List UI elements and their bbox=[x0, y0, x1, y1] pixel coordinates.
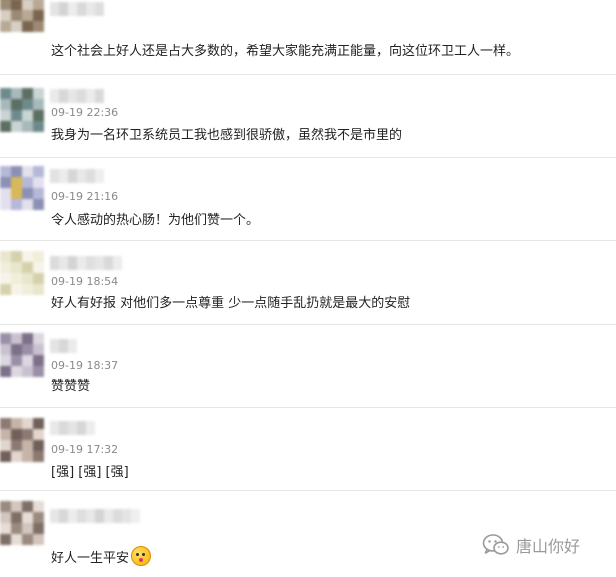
comment-item: 09-19 22:36 我身为一名环卫系统员工我也感到很骄傲，虽然我不是市里的 bbox=[0, 75, 616, 157]
comment-text: 好人有好报 对他们多一点尊重 少一点随手乱扔就是最大的安慰 bbox=[51, 296, 411, 311]
avatar[interactable] bbox=[0, 251, 44, 295]
username-blurred[interactable] bbox=[50, 2, 110, 16]
comment-text: 这个社会上好人还是占大多数的，希望大家能充满正能量，向这位环卫工人一样。 bbox=[51, 44, 520, 59]
username-blurred[interactable] bbox=[50, 509, 140, 523]
username-blurred[interactable] bbox=[50, 256, 122, 270]
comment-time: 09-19 22:36 bbox=[51, 106, 119, 119]
comment-item: 09-19 18:37 赞赞赞 bbox=[0, 325, 616, 407]
comment-time: 09-19 21:16 bbox=[51, 190, 119, 203]
wechat-icon bbox=[482, 533, 510, 557]
avatar[interactable] bbox=[0, 333, 44, 377]
comment-item: 09-19 18:54 好人有好报 对他们多一点尊重 少一点随手乱扔就是最大的安… bbox=[0, 241, 616, 324]
comment-text: 令人感动的热心肠！为他们赞一个。 bbox=[51, 213, 260, 228]
avatar[interactable] bbox=[0, 166, 44, 210]
comment-time: 09-19 18:54 bbox=[51, 275, 119, 288]
comment-text: [强] [强] [强] bbox=[51, 465, 129, 480]
username-blurred[interactable] bbox=[50, 421, 100, 435]
comment-item: 09-19 21:16 令人感动的热心肠！为他们赞一个。 bbox=[0, 158, 616, 240]
avatar[interactable] bbox=[0, 501, 44, 545]
watermark: 唐山你好 bbox=[482, 532, 580, 558]
avatar[interactable] bbox=[0, 88, 44, 132]
comment-time: 09-19 18:37 bbox=[51, 359, 119, 372]
comment-time: 09-19 17:32 bbox=[51, 443, 119, 456]
watermark-label: 唐山你好 bbox=[516, 537, 581, 556]
username-blurred[interactable] bbox=[50, 339, 80, 353]
comment-item: 这个社会上好人还是占大多数的，希望大家能充满正能量，向这位环卫工人一样。 bbox=[0, 0, 616, 76]
comment-text: 赞赞赞 bbox=[51, 379, 91, 394]
username-blurred[interactable] bbox=[50, 169, 106, 183]
comment-item: 09-19 17:32 [强] [强] [强] bbox=[0, 408, 616, 490]
avatar[interactable] bbox=[0, 418, 44, 462]
avatar[interactable] bbox=[0, 0, 44, 32]
username-blurred[interactable] bbox=[50, 89, 104, 103]
kiss-emoji-icon bbox=[131, 546, 152, 566]
comment-text: 我身为一名环卫系统员工我也感到很骄傲，虽然我不是市里的 bbox=[51, 128, 403, 143]
comment-text-content: 好人一生平安 bbox=[51, 551, 130, 566]
comment-text: 好人一生平安 bbox=[51, 546, 152, 569]
